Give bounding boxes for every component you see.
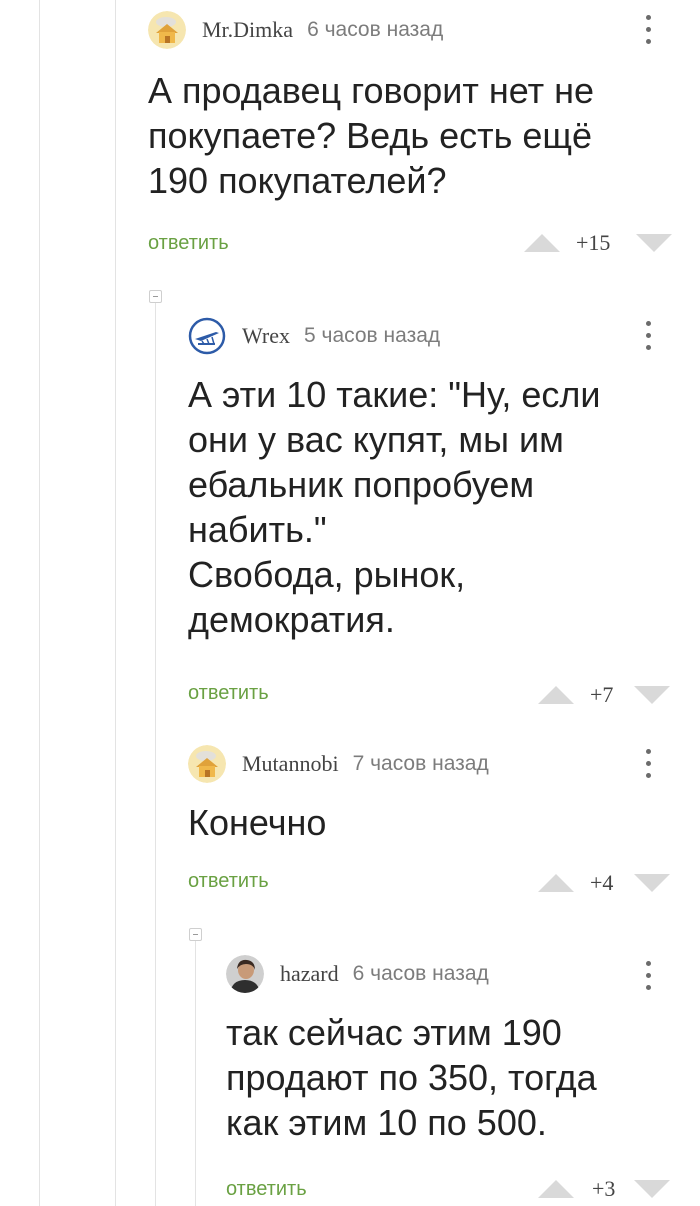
- timestamp[interactable]: 6 часов назад: [307, 18, 443, 42]
- upvote-icon[interactable]: [538, 686, 574, 704]
- comment-text: А продавец говорит нет не покупаете? Вед…: [148, 70, 594, 201]
- reply-link[interactable]: ответить: [188, 682, 269, 705]
- more-options-icon[interactable]: [638, 318, 658, 354]
- thread-line: [155, 300, 156, 1206]
- collapse-thread-button[interactable]: [149, 290, 162, 303]
- comment-text: А эти 10 такие: "Ну, если они у вас купя…: [188, 374, 601, 640]
- rating-value: +4: [590, 870, 614, 895]
- rating-value: +15: [576, 230, 611, 255]
- rating-value: +3: [592, 1176, 616, 1201]
- collapse-thread-button[interactable]: [189, 928, 202, 941]
- username[interactable]: Mutannobi: [242, 751, 339, 777]
- username[interactable]: Mr.Dimka: [202, 17, 293, 43]
- comment-header: Wrex 5 часов назад: [188, 316, 440, 356]
- rating-value: +7: [590, 682, 614, 707]
- comment: Mr.Dimka 6 часов назад А продавец говори…: [148, 10, 678, 270]
- reply-link[interactable]: ответить: [148, 232, 229, 255]
- comment-text: так сейчас этим 190 продают по 350, тогд…: [226, 1012, 597, 1143]
- more-options-icon[interactable]: [638, 12, 658, 48]
- rating: +3: [538, 1176, 678, 1204]
- rating: +15: [524, 230, 684, 258]
- upvote-icon[interactable]: [524, 234, 560, 252]
- upvote-icon[interactable]: [538, 874, 574, 892]
- home-avatar-icon[interactable]: [148, 11, 186, 49]
- upvote-icon[interactable]: [538, 1180, 574, 1198]
- timestamp[interactable]: 7 часов назад: [353, 752, 489, 776]
- comment-text: Конечно: [188, 802, 327, 843]
- username[interactable]: Wrex: [242, 323, 290, 349]
- person-photo-avatar-icon[interactable]: [226, 955, 264, 993]
- aircraft-emblem-avatar-icon[interactable]: [188, 317, 226, 355]
- comment-header: hazard 6 часов назад: [226, 954, 489, 994]
- comment: Mutannobi 7 часов назад Конечно ответить…: [188, 744, 678, 904]
- home-avatar-icon[interactable]: [188, 745, 226, 783]
- username[interactable]: hazard: [280, 961, 339, 987]
- timestamp[interactable]: 6 часов назад: [353, 962, 489, 986]
- rating: +7: [538, 682, 678, 710]
- comment: Wrex 5 часов назад А эти 10 такие: "Ну, …: [188, 316, 678, 716]
- downvote-icon[interactable]: [634, 686, 670, 704]
- comment-header: Mr.Dimka 6 часов назад: [148, 10, 443, 50]
- downvote-icon[interactable]: [634, 874, 670, 892]
- thread-line: [115, 0, 116, 1206]
- thread-line: [195, 938, 196, 1206]
- timestamp[interactable]: 5 часов назад: [304, 324, 440, 348]
- rating: +4: [538, 870, 678, 898]
- comment-header: Mutannobi 7 часов назад: [188, 744, 489, 784]
- downvote-icon[interactable]: [636, 234, 672, 252]
- more-options-icon[interactable]: [638, 746, 658, 782]
- downvote-icon[interactable]: [634, 1180, 670, 1198]
- thread-line: [39, 0, 40, 1206]
- more-options-icon[interactable]: [638, 958, 658, 994]
- reply-link[interactable]: ответить: [188, 870, 269, 893]
- reply-link[interactable]: ответить: [226, 1178, 307, 1201]
- comment: hazard 6 часов назад так сейчас этим 190…: [226, 954, 678, 1206]
